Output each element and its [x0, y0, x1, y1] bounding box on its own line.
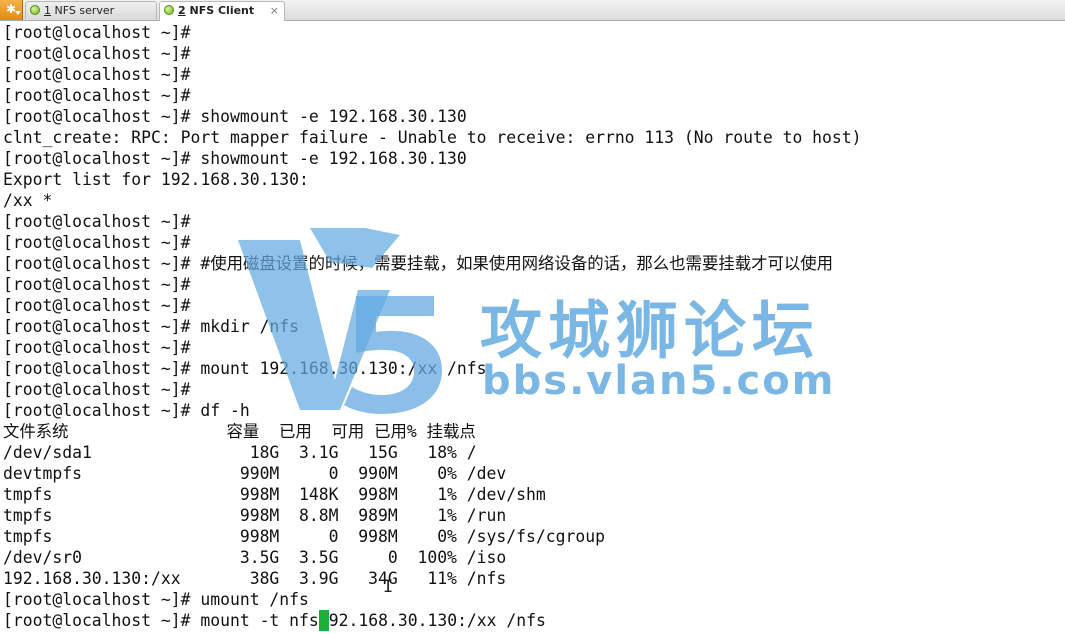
- terminal-line: [root@localhost ~]#: [3, 65, 191, 84]
- terminal-line: [root@localhost ~]#: [3, 233, 191, 252]
- terminal-line: [root@localhost ~]#: [3, 380, 191, 399]
- connected-status-icon: [30, 5, 40, 15]
- connected-status-icon: [164, 5, 174, 15]
- tab-bar: ✱ 1 NFS server 2 NFS Client ×: [0, 0, 1065, 21]
- df-row: tmpfs 998M 0 998M 0% /sys/fs/cgroup: [3, 527, 605, 546]
- terminal-line: [root@localhost ~]#: [3, 86, 191, 105]
- terminal-line: [root@localhost ~]# showmount -e 192.168…: [3, 107, 467, 126]
- tab-number: 2: [178, 4, 186, 17]
- tab-label: NFS server: [54, 4, 115, 17]
- close-tab-icon[interactable]: ×: [270, 2, 279, 19]
- terminal-line: [root@localhost ~]#: [3, 212, 191, 231]
- df-row: tmpfs 998M 148K 998M 1% /dev/shm: [3, 485, 546, 504]
- tab-nfs-server[interactable]: 1 NFS server: [25, 1, 157, 19]
- input-text: [root@localhost ~]# mount -t nfs: [3, 611, 319, 630]
- df-header-row: 文件系统 容量 已用 可用 已用% 挂载点: [3, 422, 476, 441]
- terminal-line: [root@localhost ~]# df -h: [3, 401, 250, 420]
- df-row: /dev/sda1 18G 3.1G 15G 18% /: [3, 443, 477, 462]
- tab-nfs-client[interactable]: 2 NFS Client ×: [159, 1, 285, 21]
- tab-number: 1: [44, 4, 51, 17]
- terminal-line: [root@localhost ~]#: [3, 338, 191, 357]
- terminal-line: [root@localhost ~]# mkdir /nfs: [3, 317, 300, 336]
- mouse-ibeam-icon: I: [383, 577, 394, 597]
- terminal-line: [root@localhost ~]# umount /nfs: [3, 590, 309, 609]
- terminal-line: /xx *: [3, 191, 53, 210]
- tab-label: NFS Client: [189, 4, 255, 17]
- df-row: 192.168.30.130:/xx 38G 3.9G 34G 11% /nfs: [3, 569, 507, 588]
- terminal-line: [root@localhost ~]#: [3, 275, 191, 294]
- terminal-line: [root@localhost ~]#: [3, 44, 191, 63]
- terminal-line: [root@localhost ~]# mount 192.168.30.130…: [3, 359, 487, 378]
- terminal-output[interactable]: [root@localhost ~]# [root@localhost ~]# …: [0, 22, 1065, 634]
- input-text: 92.168.30.130:/xx /nfs: [328, 611, 546, 630]
- terminal-line: clnt_create: RPC: Port mapper failure - …: [3, 128, 862, 147]
- df-row: devtmpfs 990M 0 990M 0% /dev: [3, 464, 507, 483]
- terminal-line: [root@localhost ~]# showmount -e 192.168…: [3, 149, 467, 168]
- text-cursor: 1: [318, 610, 329, 631]
- df-row: /dev/sr0 3.5G 3.5G 0 100% /iso: [3, 548, 507, 567]
- terminal-line: [root@localhost ~]# #使用磁盘设置的时候，需要挂载，如果使用…: [3, 254, 834, 273]
- app-menu-button[interactable]: ✱: [0, 0, 23, 20]
- terminal-line: [root@localhost ~]#: [3, 23, 191, 42]
- terminal-line: [root@localhost ~]#: [3, 296, 191, 315]
- chevron-down-icon: [15, 11, 21, 15]
- df-row: tmpfs 998M 8.8M 989M 1% /run: [3, 506, 507, 525]
- terminal-line: Export list for 192.168.30.130:: [3, 170, 309, 189]
- terminal-input-line[interactable]: [root@localhost ~]# mount -t nfs192.168.…: [3, 610, 546, 631]
